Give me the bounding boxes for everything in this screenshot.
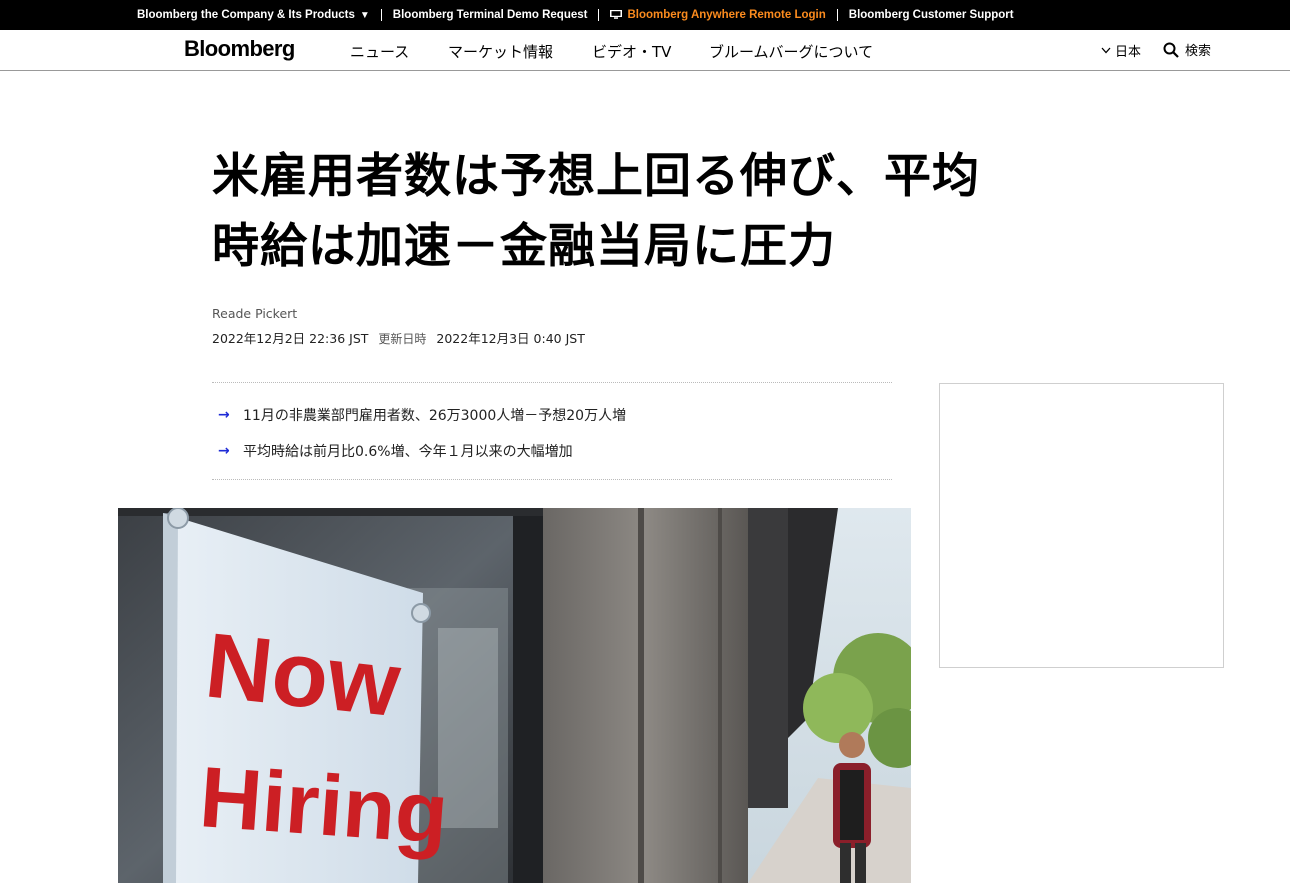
search-button[interactable]: 検索 <box>1163 40 1211 59</box>
nav-news[interactable]: ニュース <box>350 41 409 62</box>
now-hiring-photo: Now Hiring <box>118 508 911 883</box>
terminal-demo-link[interactable]: Bloomberg Terminal Demo Request <box>393 9 588 21</box>
sign-word-now: Now <box>201 614 405 736</box>
published-time: 2022年12月2日 22:36 JST <box>212 331 369 346</box>
headline-line-2: 時給は加速－金融当局に圧力 <box>212 219 836 274</box>
search-icon <box>1163 42 1179 58</box>
customer-support-link[interactable]: Bloomberg Customer Support <box>849 9 1014 21</box>
divider <box>380 9 382 21</box>
chevron-down-icon: ▼ <box>359 10 370 21</box>
divider <box>836 9 838 21</box>
nav-video-tv[interactable]: ビデオ・TV <box>592 41 671 62</box>
anywhere-login-label: Bloomberg Anywhere Remote Login <box>627 9 826 21</box>
abstract-item: → 11月の非農業部門雇用者数、26万3000人増－予想20万人増 <box>218 405 626 425</box>
company-products-label: Bloomberg the Company & Its Products <box>137 9 355 21</box>
terminal-icon <box>610 10 623 19</box>
nav-about[interactable]: ブルームバーグについて <box>709 41 873 62</box>
region-label: 日本 <box>1115 45 1142 60</box>
top-utility-bar: Bloomberg the Company & Its Products ▼ Bl… <box>0 0 1290 30</box>
abstract-text: 平均時給は前月比0.6%増、今年１月以来の大幅増加 <box>243 444 573 460</box>
bloomberg-logo[interactable]: Bloomberg <box>184 36 295 62</box>
abstract-text: 11月の非農業部門雇用者数、26万3000人増－予想20万人増 <box>243 408 627 424</box>
lead-image: Now Hiring <box>118 508 911 883</box>
nav-markets[interactable]: マーケット情報 <box>448 41 553 62</box>
abstract-item: → 平均時給は前月比0.6%増、今年１月以来の大幅増加 <box>218 441 573 461</box>
main-nav: Bloomberg ニュース マーケット情報 ビデオ・TV ブルームバーグについ… <box>0 30 1290 71</box>
author-link[interactable]: Reade Pickert <box>212 306 297 321</box>
anywhere-login-link[interactable]: Bloomberg Anywhere Remote Login <box>610 9 826 21</box>
search-label: 検索 <box>1185 44 1212 59</box>
sign-word-hiring: Hiring <box>197 749 452 862</box>
arrow-right-icon: → <box>218 443 230 459</box>
arrow-right-icon: → <box>218 407 230 423</box>
article-timestamps: 2022年12月2日 22:36 JST 更新日時 2022年12月3日 0:4… <box>212 328 585 347</box>
headline-line-1: 米雇用者数は予想上回る伸び、平均 <box>212 149 980 204</box>
chevron-down-icon <box>1101 47 1111 54</box>
updated-time: 2022年12月3日 0:40 JST <box>436 331 585 346</box>
article-abstract: → 11月の非農業部門雇用者数、26万3000人増－予想20万人増 → 平均時給… <box>212 382 892 480</box>
company-products-link[interactable]: Bloomberg the Company & Its Products ▼ <box>137 9 370 21</box>
article-headline: 米雇用者数は予想上回る伸び、平均 時給は加速－金融当局に圧力 <box>212 142 1152 282</box>
updated-label: 更新日時 <box>378 332 427 346</box>
advertisement-box <box>939 383 1224 668</box>
divider <box>598 9 600 21</box>
region-selector[interactable]: 日本 <box>1101 41 1141 60</box>
